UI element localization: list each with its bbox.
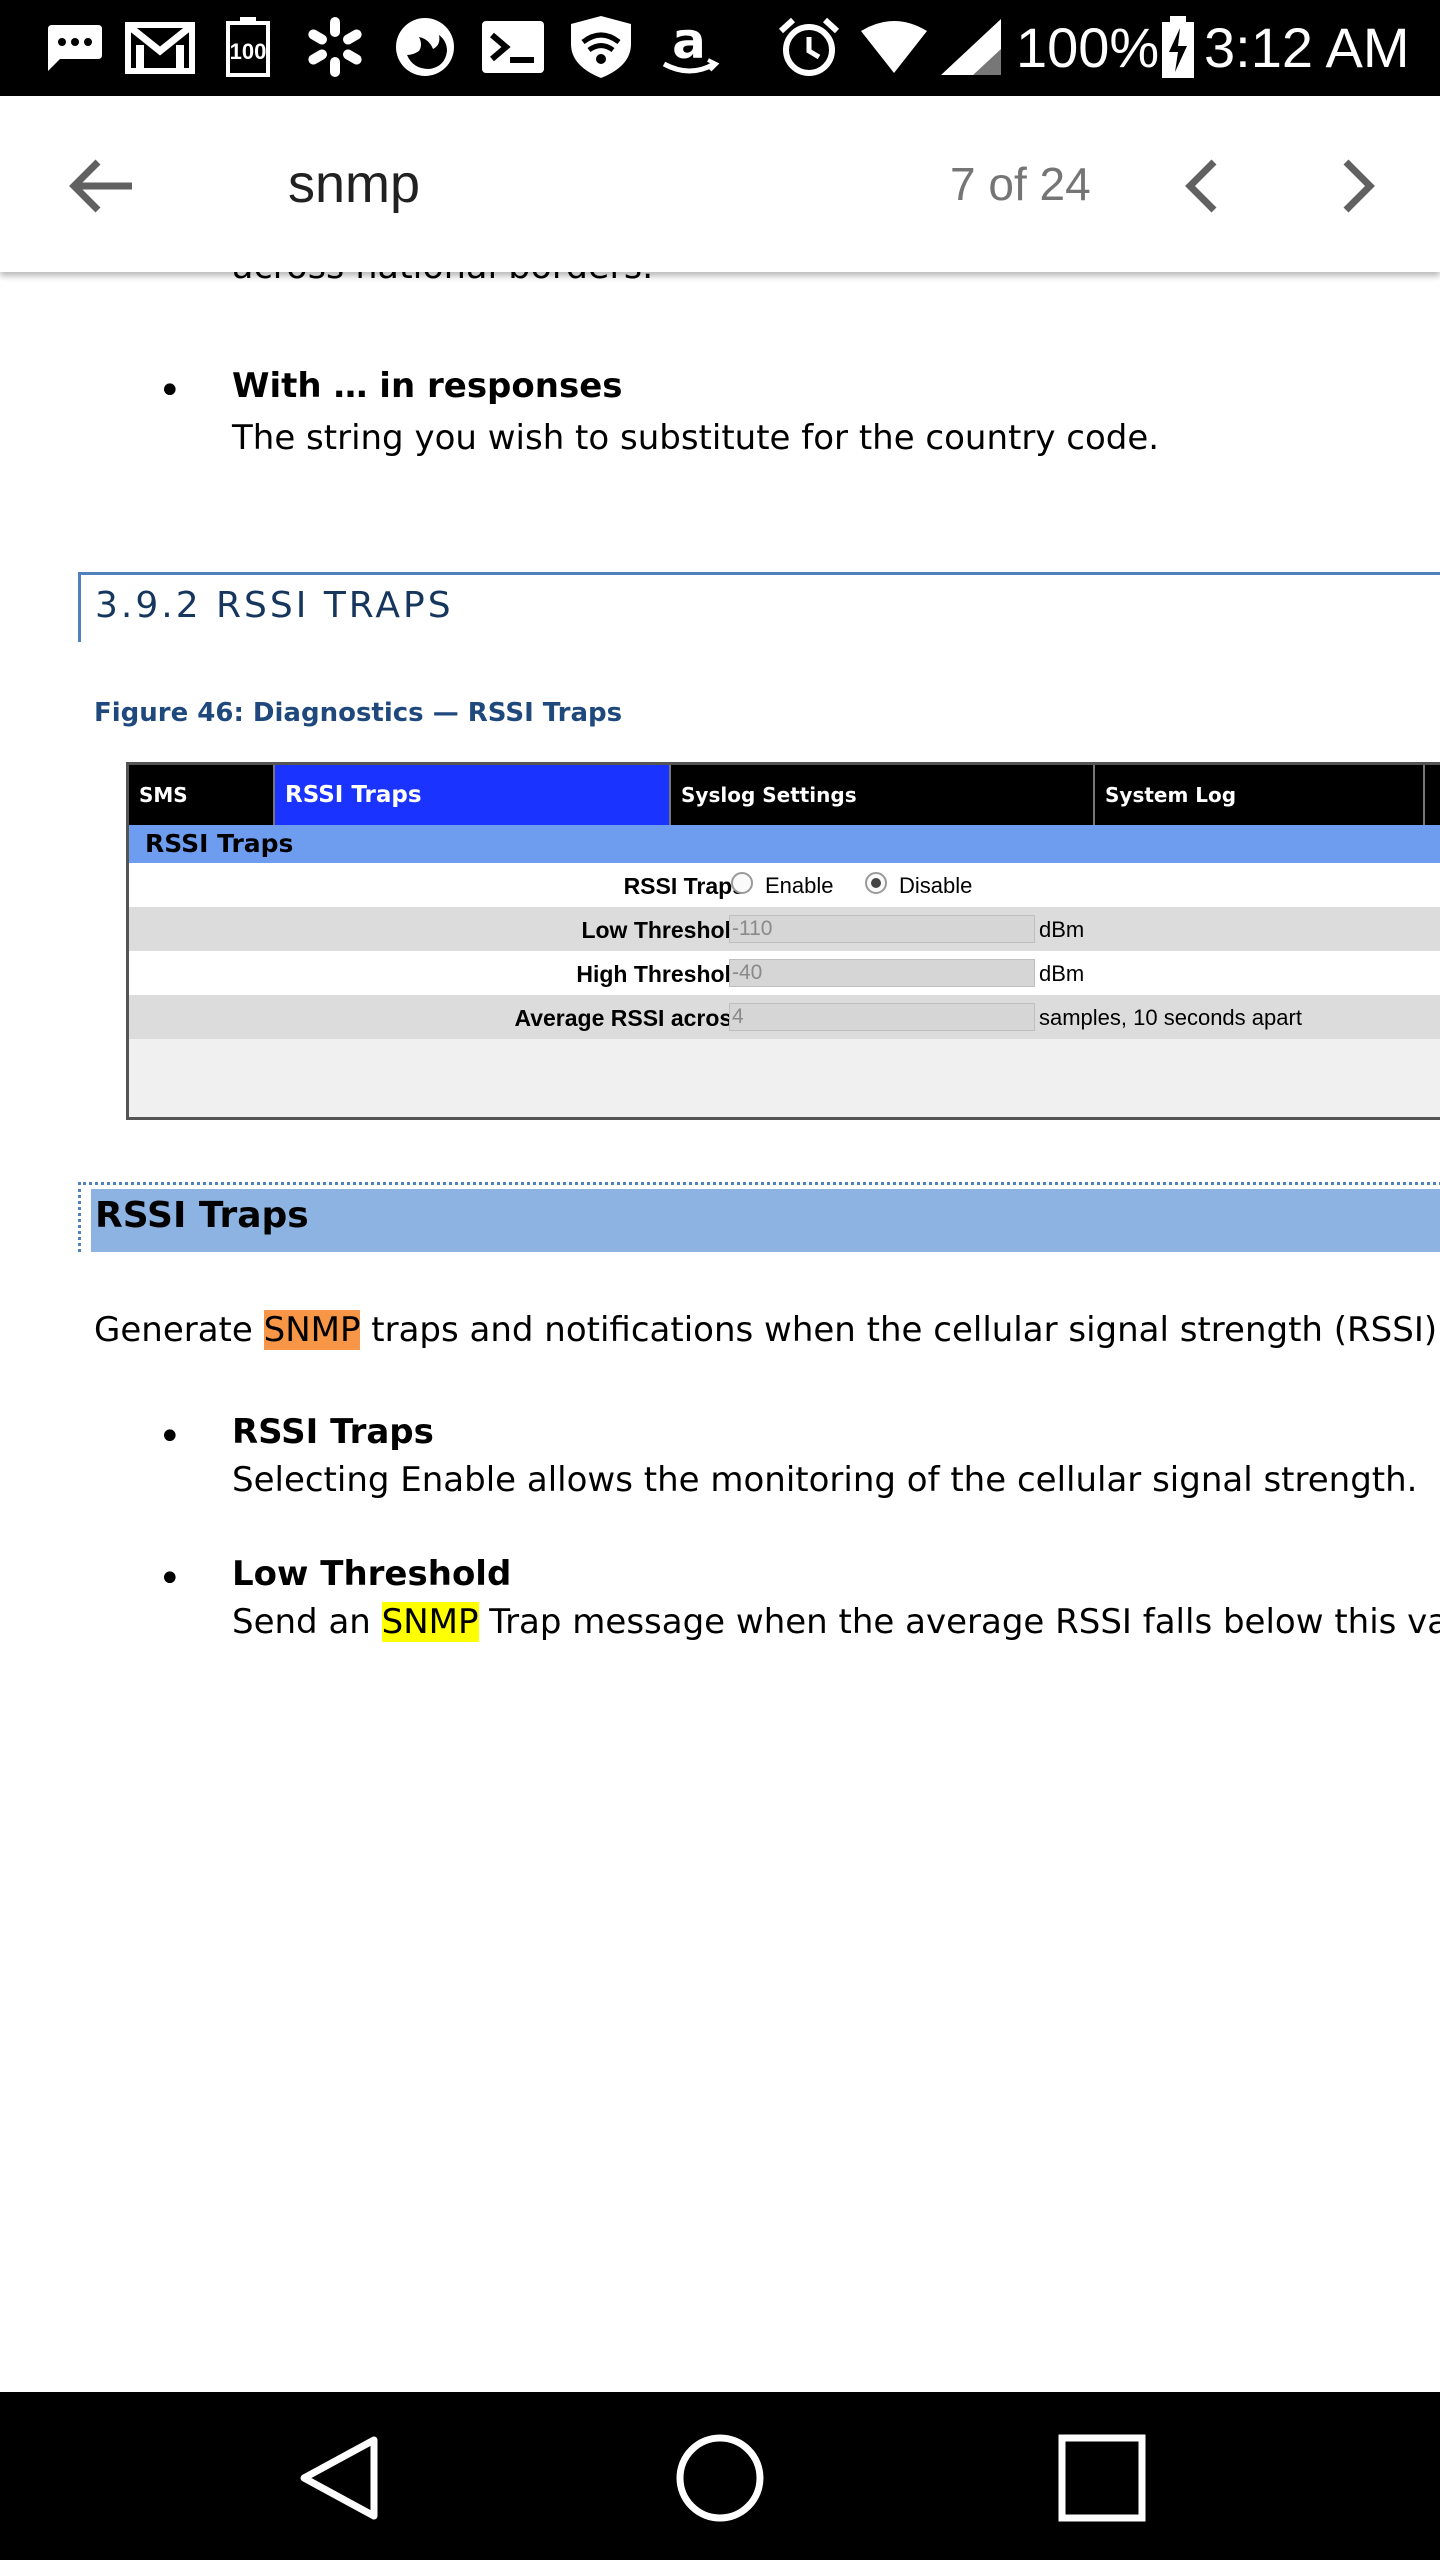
- bullet-rssi-title: RSSI Traps: [232, 1412, 434, 1452]
- figure-unit-high-threshold: dBm: [1039, 961, 1085, 986]
- figure-tab-rssi-traps: RSSI Traps: [275, 765, 671, 825]
- description-paragraph: Generate SNMP traps and notifications wh…: [94, 1306, 1440, 1354]
- figure-label-average: Average RSSI across: [514, 1005, 745, 1031]
- battery-charging-icon: [1158, 14, 1198, 80]
- search-match: SNMP: [381, 1602, 479, 1642]
- bullet-low-body: Send an SNMP Trap message when the avera…: [232, 1598, 1440, 1646]
- nav-recents-icon[interactable]: [1052, 2428, 1152, 2528]
- battery-100-notification-icon: 100: [220, 14, 276, 80]
- figure-input-low-threshold: -110: [729, 915, 1035, 943]
- wifi-icon: [858, 14, 930, 80]
- nav-back-icon[interactable]: [290, 2428, 390, 2528]
- chevron-right-icon[interactable]: [1330, 150, 1390, 222]
- find-in-page-toolbar: snmp 7 of 24: [0, 96, 1440, 272]
- system-navigation-bar: [0, 2392, 1440, 2560]
- section-heading: 3.9.2 RSSI TRAPS: [78, 572, 1440, 642]
- figure-row-average: Average RSSI across 4 samples, 10 second…: [129, 995, 1440, 1039]
- radio-enable: [731, 872, 753, 894]
- figure-row-low-threshold: Low Threshold -110 dBm: [129, 907, 1440, 951]
- section-heading-text: 3.9.2 RSSI TRAPS: [95, 585, 454, 626]
- bullet-mark: •: [158, 1556, 182, 1602]
- figure-tab-system-log: System Log: [1095, 765, 1425, 825]
- bullet-low-title: Low Threshold: [232, 1554, 512, 1594]
- battery-notification-label: 100: [230, 39, 267, 64]
- figure-row-rssi-traps: RSSI Traps Enable Disable: [129, 863, 1440, 907]
- figure-label-high-threshold: High Threshold: [576, 961, 745, 987]
- svg-text:a: a: [672, 14, 706, 70]
- bullet-low-text-before: Send an: [232, 1602, 382, 1642]
- bullet-rssi-body: Selecting Enable allows the monitoring o…: [232, 1460, 1418, 1500]
- nav-home-icon[interactable]: [670, 2428, 770, 2528]
- search-query-field[interactable]: snmp: [288, 152, 420, 216]
- firefox-icon: [390, 14, 460, 80]
- search-match-current: SNMP: [263, 1310, 361, 1350]
- radio-disable-label: Disable: [899, 873, 973, 898]
- figure-label-low-threshold: Low Threshold: [581, 917, 745, 943]
- back-arrow-icon[interactable]: [62, 146, 142, 226]
- paragraph-text-before: Generate: [94, 1310, 264, 1350]
- cut-off-text: across national borders.: [232, 272, 653, 292]
- rssi-traps-heading-text: RSSI Traps: [95, 1195, 309, 1236]
- bullet-with-title: With … in responses: [232, 366, 623, 406]
- paragraph-text-after: traps and notifications when the cellula…: [371, 1310, 1440, 1350]
- walmart-spark-icon: [300, 14, 370, 80]
- match-count: 7 of 24: [950, 158, 1091, 210]
- figure-subheading: RSSI Traps: [129, 825, 1440, 863]
- alarm-clock-icon: [776, 14, 842, 80]
- clock-time: 3:12 AM: [1204, 16, 1410, 79]
- figure-tab-bar: SMS RSSI Traps Syslog Settings System Lo…: [129, 765, 1440, 825]
- amazon-icon: a: [654, 14, 724, 80]
- document-page[interactable]: across national borders. • With … in res…: [0, 272, 1440, 2392]
- figure-input-high-threshold: -40: [729, 959, 1035, 987]
- figure-input-average: 4: [729, 1003, 1035, 1031]
- gmail-icon: [122, 14, 198, 80]
- status-bar: 100 a 100% 3:12 AM: [0, 0, 1440, 96]
- figure-tab-sms: SMS: [129, 765, 275, 825]
- figure-caption: Figure 46: Diagnostics — RSSI Traps: [94, 698, 623, 728]
- battery-percent: 100%: [1016, 16, 1160, 79]
- figure-screenshot: SMS RSSI Traps Syslog Settings System Lo…: [126, 762, 1440, 1120]
- radio-enable-label: Enable: [765, 873, 834, 898]
- bullet-with-body: The string you wish to substitute for th…: [232, 418, 1160, 458]
- bullet-mark: •: [158, 368, 182, 414]
- figure-unit-low-threshold: dBm: [1039, 917, 1085, 942]
- figure-row-high-threshold: High Threshold -40 dBm: [129, 951, 1440, 995]
- cell-signal-icon: [938, 14, 1004, 80]
- bullet-low-text-after: Trap message when the average RSSI falls…: [478, 1602, 1440, 1642]
- bullet-mark: •: [158, 1414, 182, 1460]
- figure-tab-syslog-settings: Syslog Settings: [671, 765, 1095, 825]
- figure-unit-average: samples, 10 seconds apart: [1039, 1005, 1302, 1030]
- vpn-shield-wifi-icon: [564, 14, 638, 80]
- figure-label-rssi-traps: RSSI Traps: [623, 873, 745, 899]
- chevron-left-icon[interactable]: [1170, 150, 1230, 222]
- terminal-icon: [478, 14, 548, 80]
- chat-more-icon: [40, 14, 106, 80]
- rssi-traps-heading: RSSI Traps: [78, 1182, 1440, 1252]
- radio-disable: [865, 872, 887, 894]
